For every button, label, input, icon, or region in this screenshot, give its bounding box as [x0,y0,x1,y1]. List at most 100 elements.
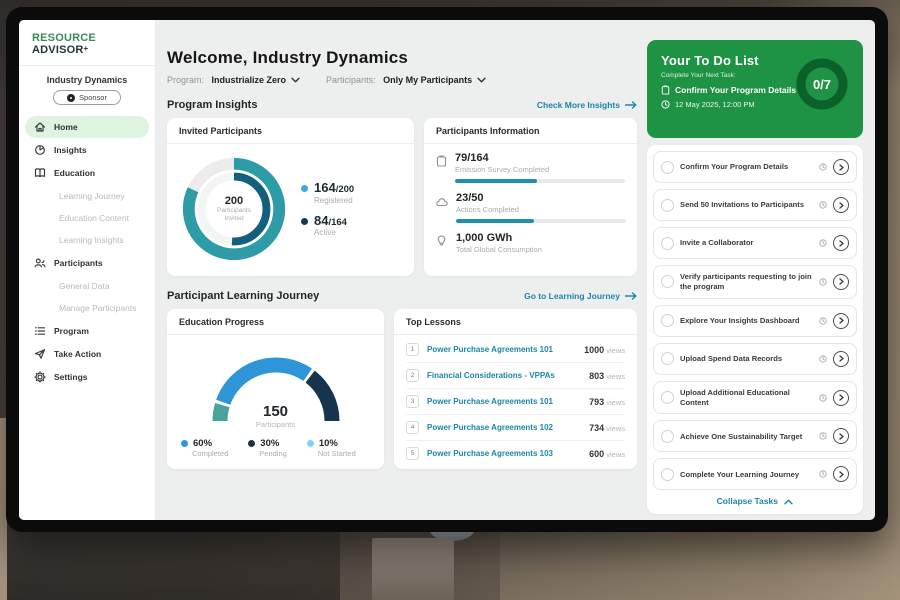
task-row-explore-insights[interactable]: Explore Your Insights Dashboard [653,305,857,337]
sidebar-item-label: Program [54,326,89,336]
sidebar-item-label: Insights [54,145,87,155]
task-row-achieve-target[interactable]: Achieve One Sustainability Target [653,420,857,452]
sponsor-badge-label: Sponsor [79,93,107,102]
logo-secondary: ADVISOR [32,44,84,56]
legend-not-started: 10% Not Started [307,438,356,458]
sidebar-item-label: Education [54,168,95,178]
consumption-label: Total Global Consumption [456,245,542,254]
lesson-link[interactable]: Power Purchase Agreements 102 [427,423,581,432]
filter-bar: Program: Industrialize Zero Participants… [167,75,637,85]
task-row-send-invitations[interactable]: Send 50 Invitations to Participants [653,189,857,221]
clock-icon [819,350,827,368]
task-open-button[interactable] [833,274,849,290]
participants-filter-select[interactable]: Only My Participants [383,75,486,85]
task-label: Achieve One Sustainability Target [680,432,813,442]
todo-panel: Your To Do List Complete Your Next Task:… [647,20,875,520]
top-lessons-title: Top Lessons [394,309,637,335]
sidebar-item-settings[interactable]: Settings [25,366,149,388]
lesson-link[interactable]: Power Purchase Agreements 101 [427,345,576,354]
sidebar-item-education[interactable]: Education [25,162,149,184]
sidebar-item-education-content[interactable]: Education Content [25,207,149,229]
task-label: Verify participants requesting to join t… [680,272,813,292]
task-checkbox[interactable] [661,468,674,481]
participants-information-body: 79/164 Emission Survey Completed 23/50 A… [424,144,637,254]
top-lessons-list: 1 Power Purchase Agreements 101 1000 vie… [394,335,637,466]
task-checkbox[interactable] [661,391,674,404]
actions-value: 23/50 [456,192,626,204]
program-insights-title: Program Insights [167,99,257,111]
task-label: Upload Additional Educational Content [680,388,813,408]
collapse-tasks-link[interactable]: Collapse Tasks [653,496,857,506]
sidebar-item-label: Settings [54,372,88,382]
sponsor-badge: Sponsor [53,90,121,105]
completed-pct: 60% [193,438,212,449]
registered-total: /200 [336,184,355,195]
sidebar-item-learning-journey[interactable]: Learning Journey [25,185,149,207]
views-suffix: views [604,346,625,355]
views-suffix: views [604,372,625,381]
task-open-button[interactable] [833,390,849,406]
task-label: Send 50 Invitations to Participants [680,200,813,210]
participants-information-card: Participants Information 79/164 Emission… [424,118,637,276]
sidebar-item-learning-insights[interactable]: Learning Insights [25,229,149,251]
task-checkbox[interactable] [661,237,674,250]
task-open-button[interactable] [833,351,849,367]
invited-participants-body: 200 Participants Invited 164/200 Registe… [167,144,414,274]
task-row-verify-participants[interactable]: Verify participants requesting to join t… [653,265,857,299]
task-open-button[interactable] [833,235,849,251]
lesson-views: 600 [589,449,604,459]
journey-cards-row: Education Progress 150 Participants 60% … [167,309,637,469]
legend-active: 84/164 Active [301,214,354,237]
actions-label: Actions Completed [456,205,626,214]
task-checkbox[interactable] [661,275,674,288]
lesson-views: 793 [589,397,604,407]
clock-icon [819,234,827,252]
task-row-upload-educational-content[interactable]: Upload Additional Educational Content [653,381,857,415]
task-open-button[interactable] [833,466,849,482]
task-row-upload-spend-data[interactable]: Upload Spend Data Records [653,343,857,375]
sidebar-item-program[interactable]: Program [25,320,149,342]
task-row-complete-learning-journey[interactable]: Complete Your Learning Journey [653,458,857,490]
lesson-link[interactable]: Power Purchase Agreements 101 [427,397,581,406]
lesson-rank: 3 [406,395,419,408]
task-checkbox[interactable] [661,430,674,443]
app-logo: RESOURCE ADVISOR+ [19,20,155,66]
lesson-link[interactable]: Financial Considerations - VPPAs [427,371,581,380]
lesson-rank: 2 [406,369,419,382]
sidebar-item-participants[interactable]: Participants [25,252,149,274]
lesson-row: 5 Power Purchase Agreements 103 600 view… [406,441,625,466]
task-open-button[interactable] [833,428,849,444]
task-row-invite-collaborator[interactable]: Invite a Collaborator [653,227,857,259]
sidebar-item-label: Home [54,122,78,132]
task-checkbox[interactable] [661,199,674,212]
lesson-link[interactable]: Power Purchase Agreements 103 [427,449,581,458]
chevron-down-icon [291,75,300,85]
program-filter-select[interactable]: Industrialize Zero [212,75,301,85]
clock-icon [819,389,827,407]
task-open-button[interactable] [833,313,849,329]
lesson-rank: 1 [406,343,419,356]
sidebar-item-general-data[interactable]: General Data [25,275,149,297]
task-row-confirm-program[interactable]: Confirm Your Program Details [653,151,857,183]
views-suffix: views [604,424,625,433]
gauge-value: 150 [201,403,351,420]
task-checkbox[interactable] [661,352,674,365]
task-checkbox[interactable] [661,161,674,174]
gear-icon [34,371,46,383]
task-checkbox[interactable] [661,314,674,327]
todo-progress-ring: 0/7 [793,55,851,113]
task-open-button[interactable] [833,159,849,175]
cloud-icon [436,192,448,223]
sidebar-item-take-action[interactable]: Take Action [25,343,149,365]
task-label: Complete Your Learning Journey [680,470,813,480]
check-more-insights-link[interactable]: Check More Insights [537,100,637,110]
sidebar-item-home[interactable]: Home [25,116,149,138]
program-insights-header: Program Insights Check More Insights [167,99,637,111]
sidebar-item-insights[interactable]: Insights [25,139,149,161]
lesson-row: 1 Power Purchase Agreements 101 1000 vie… [406,337,625,363]
go-to-learning-journey-link[interactable]: Go to Learning Journey [524,291,637,301]
task-open-button[interactable] [833,197,849,213]
sidebar-item-manage-participants[interactable]: Manage Participants [25,297,149,319]
info-row-emission: 79/164 Emission Survey Completed [436,152,623,183]
check-more-insights-label: Check More Insights [537,100,620,110]
